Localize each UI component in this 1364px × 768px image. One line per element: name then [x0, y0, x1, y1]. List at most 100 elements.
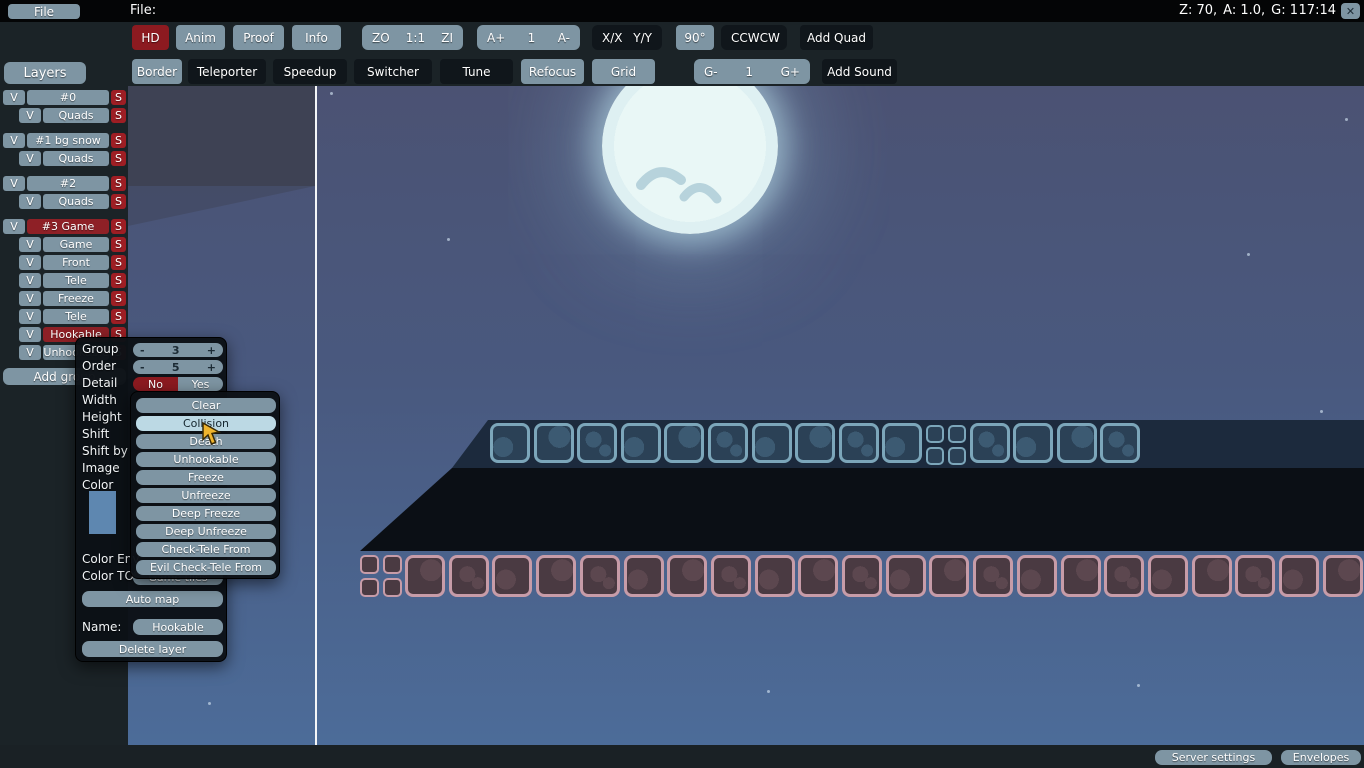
- unhookable-tile[interactable]: [1061, 555, 1101, 597]
- layer-settings-button[interactable]: S: [111, 151, 126, 166]
- order-plus-button[interactable]: +: [207, 361, 216, 374]
- group-minus-button[interactable]: -: [140, 344, 145, 357]
- layer-name[interactable]: #3 Game: [27, 219, 109, 234]
- unhookable-tile[interactable]: [711, 555, 751, 597]
- layer-settings-button[interactable]: S: [111, 237, 126, 252]
- layer-settings-button[interactable]: S: [111, 176, 126, 191]
- delete-layer-button[interactable]: Delete layer: [82, 641, 223, 657]
- unhookable-tile[interactable]: [929, 555, 969, 597]
- unhookable-tile[interactable]: [449, 555, 489, 597]
- layer-settings-button[interactable]: S: [111, 90, 126, 105]
- add-quad-button[interactable]: Add Quad: [800, 25, 873, 50]
- layer-visibility-toggle[interactable]: V: [19, 327, 41, 342]
- unhookable-tile[interactable]: [1279, 555, 1319, 597]
- layer-name[interactable]: Tele: [43, 273, 109, 288]
- detail-no-button[interactable]: No: [133, 377, 178, 391]
- detail-yes-button[interactable]: Yes: [178, 377, 223, 391]
- layer-visibility-toggle[interactable]: V: [19, 345, 41, 360]
- submenu-item-unfreeze[interactable]: Unfreeze: [136, 488, 276, 503]
- game-tile[interactable]: [664, 423, 704, 463]
- submenu-item-unhookable[interactable]: Unhookable: [136, 452, 276, 467]
- proof-toggle-button[interactable]: Proof: [233, 25, 284, 50]
- game-tile-small[interactable]: [926, 425, 944, 443]
- border-button[interactable]: Border: [132, 59, 182, 84]
- submenu-item-check-tele-from[interactable]: Check-Tele From: [136, 542, 276, 557]
- layer-settings-button[interactable]: S: [111, 133, 126, 148]
- unhookable-tile[interactable]: [492, 555, 532, 597]
- submenu-item-freeze[interactable]: Freeze: [136, 470, 276, 485]
- unhookable-tile[interactable]: [405, 555, 445, 597]
- unhookable-tile[interactable]: [1148, 555, 1188, 597]
- game-tile[interactable]: [970, 423, 1010, 463]
- grid-button[interactable]: Grid: [592, 59, 655, 84]
- unhookable-tile[interactable]: [580, 555, 620, 597]
- group-stepper[interactable]: - 3 +: [133, 343, 223, 357]
- anim-toggle-button[interactable]: Anim: [176, 25, 225, 50]
- layer-name[interactable]: #1 bg snow: [27, 133, 109, 148]
- server-settings-button[interactable]: Server settings: [1155, 750, 1272, 765]
- layer-visibility-toggle[interactable]: V: [3, 219, 25, 234]
- layer-name[interactable]: Quads: [43, 194, 109, 209]
- game-tile[interactable]: [490, 423, 530, 463]
- game-tile[interactable]: [882, 423, 922, 463]
- unhookable-tile-small[interactable]: [360, 578, 379, 597]
- unhookable-tile[interactable]: [1104, 555, 1144, 597]
- submenu-item-clear[interactable]: Clear: [136, 398, 276, 413]
- auto-map-button[interactable]: Auto map: [82, 591, 223, 607]
- zoom-reset-button[interactable]: 1:1: [406, 31, 425, 45]
- layer-visibility-toggle[interactable]: V: [19, 291, 41, 306]
- layers-panel-header[interactable]: Layers: [4, 62, 86, 84]
- layer-name[interactable]: Freeze: [43, 291, 109, 306]
- unhookable-tile[interactable]: [1192, 555, 1232, 597]
- close-icon[interactable]: ✕: [1341, 3, 1360, 19]
- layer-visibility-toggle[interactable]: V: [3, 90, 25, 105]
- unhookable-tile[interactable]: [842, 555, 882, 597]
- rotate-cw-button[interactable]: CW: [760, 31, 780, 45]
- layer-name-input[interactable]: Hookable: [133, 619, 223, 635]
- info-toggle-button[interactable]: Info: [292, 25, 341, 50]
- game-tile-small[interactable]: [948, 425, 966, 443]
- layer-settings-button[interactable]: S: [111, 291, 126, 306]
- zoom-in-button[interactable]: ZI: [441, 31, 453, 45]
- game-tile[interactable]: [577, 423, 617, 463]
- layer-settings-button[interactable]: S: [111, 194, 126, 209]
- game-tile[interactable]: [1013, 423, 1053, 463]
- switcher-button[interactable]: Switcher: [354, 59, 432, 84]
- rotate-90-button[interactable]: 90°: [676, 25, 714, 50]
- layer-visibility-toggle[interactable]: V: [19, 255, 41, 270]
- game-tile[interactable]: [534, 423, 574, 463]
- layer-settings-button[interactable]: S: [111, 273, 126, 288]
- game-tile[interactable]: [1057, 423, 1097, 463]
- layer-name[interactable]: Game: [43, 237, 109, 252]
- layer-settings-button[interactable]: S: [111, 255, 126, 270]
- order-stepper[interactable]: - 5 +: [133, 360, 223, 374]
- layer-settings-button[interactable]: S: [111, 219, 126, 234]
- submenu-item-evil-check-tele-from[interactable]: Evil Check-Tele From: [136, 560, 276, 575]
- file-menu-button[interactable]: File: [8, 4, 80, 19]
- refocus-button[interactable]: Refocus: [521, 59, 584, 84]
- unhookable-tile-small[interactable]: [360, 555, 379, 574]
- anim-faster-button[interactable]: A+: [487, 31, 505, 45]
- unhookable-tile-small[interactable]: [383, 555, 402, 574]
- layer-visibility-toggle[interactable]: V: [19, 273, 41, 288]
- unhookable-tile[interactable]: [798, 555, 838, 597]
- game-tile[interactable]: [621, 423, 661, 463]
- layer-name[interactable]: #0: [27, 90, 109, 105]
- game-tile[interactable]: [708, 423, 748, 463]
- unhookable-tile[interactable]: [536, 555, 576, 597]
- layer-visibility-toggle[interactable]: V: [19, 194, 41, 209]
- speedup-button[interactable]: Speedup: [273, 59, 347, 84]
- unhookable-tile-small[interactable]: [383, 578, 402, 597]
- layer-color-swatch[interactable]: [89, 491, 116, 534]
- unhookable-tile[interactable]: [667, 555, 707, 597]
- layer-visibility-toggle[interactable]: V: [3, 176, 25, 191]
- envelopes-button[interactable]: Envelopes: [1281, 750, 1361, 765]
- rotate-ccw-button[interactable]: CCW: [731, 31, 760, 45]
- unhookable-tile[interactable]: [1323, 555, 1363, 597]
- layer-visibility-toggle[interactable]: V: [19, 108, 41, 123]
- hd-toggle-button[interactable]: HD: [132, 25, 169, 50]
- layer-settings-button[interactable]: S: [111, 108, 126, 123]
- game-tile[interactable]: [795, 423, 835, 463]
- submenu-item-deep-freeze[interactable]: Deep Freeze: [136, 506, 276, 521]
- grid-minus-button[interactable]: G-: [704, 65, 718, 79]
